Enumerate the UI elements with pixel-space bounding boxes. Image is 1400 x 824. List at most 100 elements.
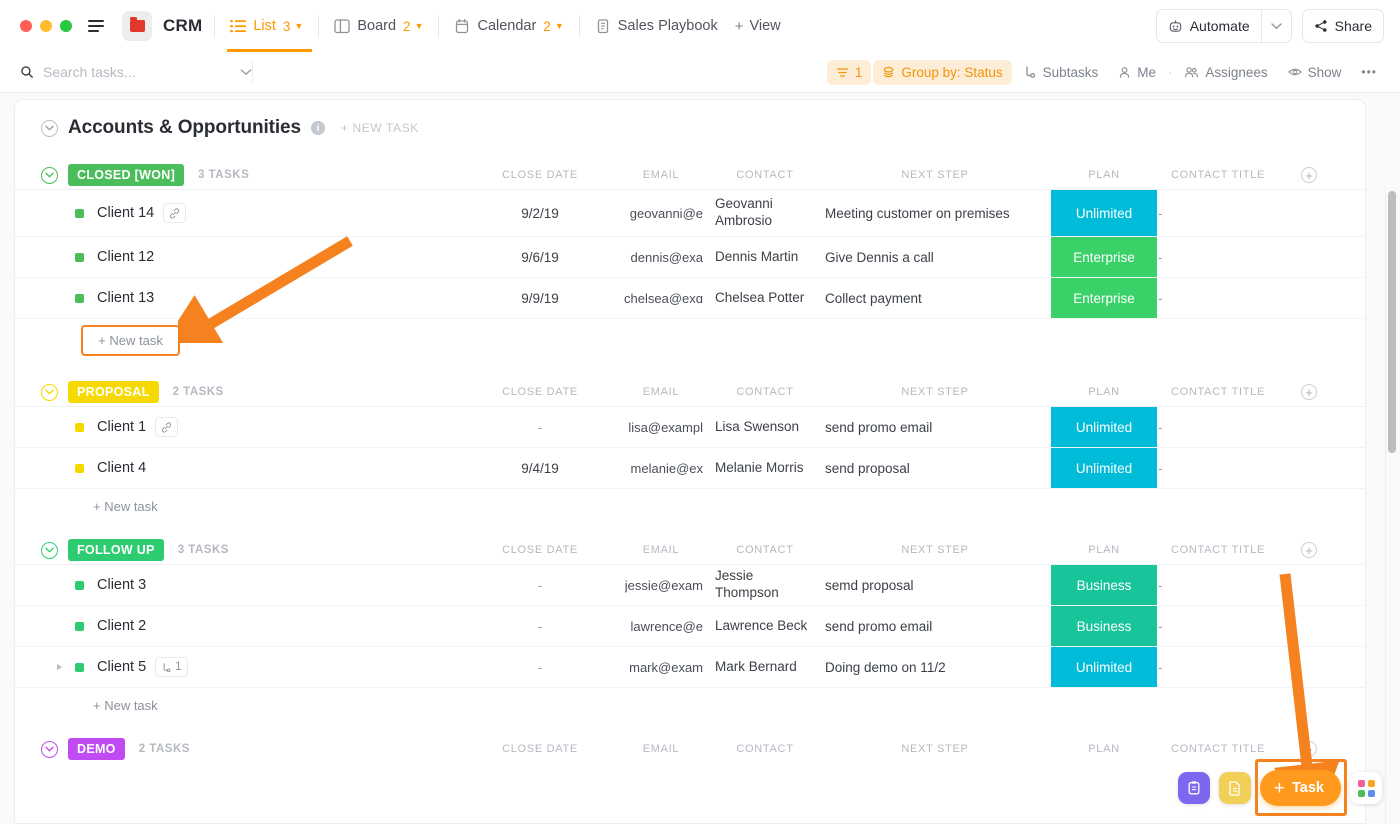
close-date-cell[interactable]: 9/9/19 [485, 278, 595, 318]
close-window-button[interactable] [20, 20, 32, 32]
add-column-button[interactable]: + [1301, 378, 1317, 406]
column-header[interactable]: CLOSE DATE [485, 735, 595, 763]
contact-cell[interactable]: Jessie Thompson [715, 565, 815, 605]
email-cell[interactable]: lawrence@e [615, 606, 707, 646]
plan-cell[interactable]: Unlimited [1051, 190, 1157, 236]
next-step-cell[interactable]: Collect payment [825, 278, 1045, 318]
table-row[interactable]: Client 1 - lisa@exampl Lisa Swenson send pro… [15, 407, 1365, 448]
close-date-cell[interactable]: 9/4/19 [485, 448, 595, 488]
filter-button[interactable]: 1 [826, 59, 872, 85]
add-column-button[interactable]: + [1301, 161, 1317, 189]
doc-fab-button[interactable] [1218, 772, 1251, 804]
subtasks-button[interactable]: Subtasks [1014, 60, 1108, 85]
group-new-task-button[interactable]: + New task [81, 325, 180, 356]
column-header[interactable]: EMAIL [615, 161, 707, 189]
add-view-button[interactable]: + View [735, 18, 781, 35]
vertical-scrollbar[interactable] [1388, 189, 1396, 824]
task-link-badge[interactable] [155, 417, 179, 437]
automate-dropdown-toggle[interactable] [1262, 10, 1291, 42]
column-header[interactable]: NEXT STEP [825, 378, 1045, 406]
next-step-cell[interactable]: semd proposal [825, 565, 1045, 605]
table-row[interactable]: Client 5 1 - mark@exam Mark Bernard Doing dem… [15, 647, 1365, 688]
next-step-cell[interactable]: Doing demo on 11/2 [825, 647, 1045, 687]
column-header[interactable]: CONTACT [715, 735, 815, 763]
email-cell[interactable]: mark@exam [615, 647, 707, 687]
column-header[interactable]: NEXT STEP [825, 536, 1045, 564]
column-header[interactable]: CLOSE DATE [485, 378, 595, 406]
chevron-down-icon[interactable] [240, 68, 252, 76]
info-icon[interactable]: i [311, 121, 325, 135]
task-name-cell[interactable]: Client 12 [75, 237, 154, 277]
table-row[interactable]: Client 2 - lawrence@e Lawrence Beck send pro… [15, 606, 1365, 647]
add-task-fab-button[interactable]: + Task [1259, 770, 1341, 806]
email-cell[interactable]: geovanni@e [615, 190, 707, 236]
plan-cell[interactable]: Unlimited [1051, 448, 1157, 488]
status-badge[interactable]: PROPOSAL [68, 381, 159, 403]
email-cell[interactable]: chelsea@exɑ [615, 278, 707, 318]
email-cell[interactable]: melanie@ex [615, 448, 707, 488]
next-step-cell[interactable]: send proposal [825, 448, 1045, 488]
task-status-dot[interactable] [75, 293, 84, 303]
column-header[interactable]: EMAIL [615, 536, 707, 564]
table-row[interactable]: Client 14 9/2/19 geovanni@e Geovanni Ambros… [15, 190, 1365, 237]
column-header[interactable]: CONTACT TITLE [1158, 161, 1278, 189]
column-header[interactable]: CONTACT [715, 161, 815, 189]
table-row[interactable]: Client 3 - jessie@exam Jessie Thompson semd … [15, 565, 1365, 606]
clipboard-fab-button[interactable] [1177, 772, 1210, 804]
close-date-cell[interactable]: - [485, 606, 595, 646]
close-date-cell[interactable]: 9/2/19 [485, 190, 595, 236]
email-cell[interactable]: lisa@exampl [615, 407, 707, 447]
table-row[interactable]: Client 13 9/9/19 chelsea@exɑ Chelsea Potter… [15, 278, 1365, 319]
tab-list[interactable]: List 3 ▼ [227, 0, 313, 52]
add-column-button[interactable]: + [1301, 536, 1317, 564]
tab-calendar[interactable]: Calendar 2 ▼ [451, 0, 566, 52]
collapse-group-icon[interactable] [41, 740, 58, 758]
collapse-group-icon[interactable] [41, 383, 58, 401]
status-badge[interactable]: FOLLOW UP [68, 539, 164, 561]
close-date-cell[interactable]: 9/6/19 [485, 237, 595, 277]
list-new-task-button[interactable]: + NEW TASK [341, 121, 419, 135]
email-cell[interactable]: jessie@exam [615, 565, 707, 605]
plan-cell[interactable]: Enterprise [1051, 278, 1157, 318]
column-header[interactable]: EMAIL [615, 735, 707, 763]
column-header[interactable]: CONTACT TITLE [1158, 536, 1278, 564]
chevron-down-icon[interactable]: ▼ [555, 21, 564, 31]
column-header[interactable]: CONTACT [715, 536, 815, 564]
contact-title-cell[interactable]: - [1158, 237, 1278, 277]
column-header[interactable]: CLOSE DATE [485, 161, 595, 189]
group-new-task-button[interactable]: + New task [15, 688, 1365, 713]
column-header[interactable]: PLAN [1051, 536, 1157, 564]
column-header[interactable]: EMAIL [615, 378, 707, 406]
column-header[interactable]: NEXT STEP [825, 161, 1045, 189]
plan-cell[interactable]: Unlimited [1051, 647, 1157, 687]
column-header[interactable]: CONTACT TITLE [1158, 378, 1278, 406]
add-column-button[interactable]: + [1301, 735, 1317, 763]
column-header[interactable]: PLAN [1051, 161, 1157, 189]
contact-title-cell[interactable]: - [1158, 407, 1278, 447]
share-button[interactable]: Share [1301, 9, 1384, 43]
email-cell[interactable]: dennis@exa [615, 237, 707, 277]
column-header[interactable]: CLOSE DATE [485, 536, 595, 564]
plan-cell[interactable]: Business [1051, 565, 1157, 605]
task-subtask-badge[interactable]: 1 [155, 657, 188, 677]
plan-cell[interactable]: Business [1051, 606, 1157, 646]
scrollbar-thumb[interactable] [1388, 191, 1396, 453]
show-button[interactable]: Show [1279, 60, 1351, 85]
contact-title-cell[interactable]: - [1158, 278, 1278, 318]
tab-sales-playbook[interactable]: Sales Playbook [592, 0, 721, 52]
plan-cell[interactable]: Enterprise [1051, 237, 1157, 277]
status-badge[interactable]: DEMO [68, 738, 125, 760]
task-status-dot[interactable] [75, 662, 84, 672]
task-status-dot[interactable] [75, 422, 84, 432]
contact-title-cell[interactable]: - [1158, 647, 1278, 687]
column-header[interactable]: NEXT STEP [825, 735, 1045, 763]
space-folder-icon[interactable] [122, 11, 152, 41]
contact-title-cell[interactable]: - [1158, 190, 1278, 236]
contact-cell[interactable]: Dennis Martin [715, 237, 815, 277]
column-header[interactable]: PLAN [1051, 735, 1157, 763]
task-name-cell[interactable]: Client 2 [75, 606, 146, 646]
close-date-cell[interactable]: - [485, 647, 595, 687]
minimize-window-button[interactable] [40, 20, 52, 32]
contact-title-cell[interactable]: - [1158, 606, 1278, 646]
collapse-list-icon[interactable] [41, 119, 58, 137]
